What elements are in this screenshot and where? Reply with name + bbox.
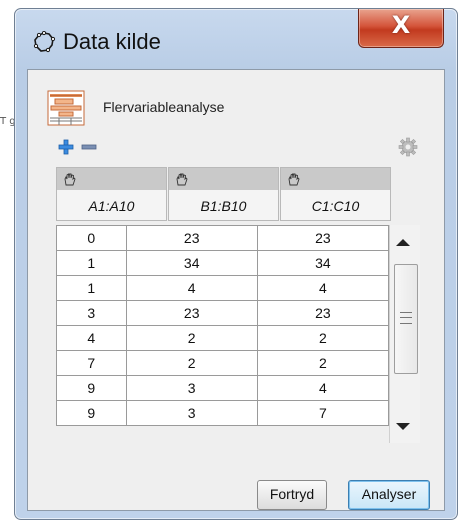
drag-hand-icon [176, 173, 188, 186]
table-cell[interactable]: 7 [56, 350, 127, 376]
column-grip[interactable] [57, 168, 166, 190]
column-label: A1:A10 [88, 198, 135, 214]
gear-icon[interactable] [398, 137, 418, 157]
table-cell[interactable]: 34 [125, 250, 258, 276]
table-cell[interactable]: 0 [56, 225, 127, 251]
table-row: 4 2 2 [56, 325, 390, 351]
cancel-button[interactable]: Fortryd [257, 480, 327, 510]
scroll-thumb[interactable] [394, 264, 418, 374]
table-cell[interactable]: 2 [256, 325, 390, 351]
table-cell[interactable]: 34 [256, 250, 390, 276]
multivariable-analysis-icon [47, 90, 85, 126]
table-cell[interactable]: 9 [56, 400, 127, 426]
table-cell[interactable]: 3 [125, 400, 258, 426]
scroll-down-icon[interactable] [396, 423, 410, 430]
analyze-button[interactable]: Analyser [348, 480, 430, 510]
table-cell[interactable]: 1 [56, 250, 127, 276]
table-cell[interactable]: 7 [256, 400, 390, 426]
vertical-scrollbar[interactable] [389, 225, 420, 443]
table-cell[interactable]: 23 [256, 225, 390, 251]
table-cell[interactable]: 4 [125, 275, 258, 301]
table-cell[interactable]: 9 [56, 375, 127, 401]
table-row: 9 3 4 [56, 375, 390, 401]
table-cell[interactable]: 2 [256, 350, 390, 376]
scroll-up-icon[interactable] [396, 239, 410, 246]
drag-hand-icon [64, 173, 76, 186]
table-cell[interactable]: 1 [56, 275, 127, 301]
analysis-type-label: Flervariableanalyse [103, 99, 225, 115]
table-row: 9 3 7 [56, 400, 390, 426]
plus-icon[interactable] [58, 139, 74, 155]
table-row: 1 4 4 [56, 275, 390, 301]
table-row: 1 34 34 [56, 250, 390, 276]
column-grip[interactable] [169, 168, 278, 190]
close-button[interactable]: X [358, 9, 444, 48]
column-label: B1:B10 [200, 198, 247, 214]
data-source-dialog: Data kilde X Flervariableanalyse A1:A10 … [14, 8, 458, 520]
table-cell[interactable]: 4 [256, 375, 390, 401]
title-bar[interactable]: Data kilde X [15, 9, 457, 69]
column-header-3[interactable]: C1:C10 [280, 167, 391, 221]
table-cell[interactable]: 4 [56, 325, 127, 351]
table-row: 0 23 23 [56, 225, 390, 251]
table-cell[interactable]: 3 [125, 375, 258, 401]
column-label: C1:C10 [311, 198, 360, 214]
data-table: 0 23 23 1 34 34 1 4 4 3 23 23 4 2 2 7 2 … [56, 225, 390, 426]
column-header-2[interactable]: B1:B10 [168, 167, 279, 221]
table-cell[interactable]: 2 [125, 350, 258, 376]
column-header-1[interactable]: A1:A10 [56, 167, 167, 221]
dialog-content: Flervariableanalyse A1:A10 B1:B10 C1:C10… [27, 69, 445, 511]
column-grip[interactable] [281, 168, 390, 190]
dialog-title: Data kilde [63, 29, 161, 54]
table-row: 3 23 23 [56, 300, 390, 326]
table-cell[interactable]: 23 [256, 300, 390, 326]
grip-lines-icon [400, 312, 412, 324]
minus-icon[interactable] [81, 140, 97, 154]
drag-hand-icon [288, 173, 300, 186]
close-icon: X [391, 11, 411, 39]
table-cell[interactable]: 4 [256, 275, 390, 301]
app-shape-icon [33, 31, 55, 53]
table-cell[interactable]: 3 [56, 300, 127, 326]
table-row: 7 2 2 [56, 350, 390, 376]
table-cell[interactable]: 23 [125, 225, 258, 251]
table-cell[interactable]: 2 [125, 325, 258, 351]
table-cell[interactable]: 23 [125, 300, 258, 326]
